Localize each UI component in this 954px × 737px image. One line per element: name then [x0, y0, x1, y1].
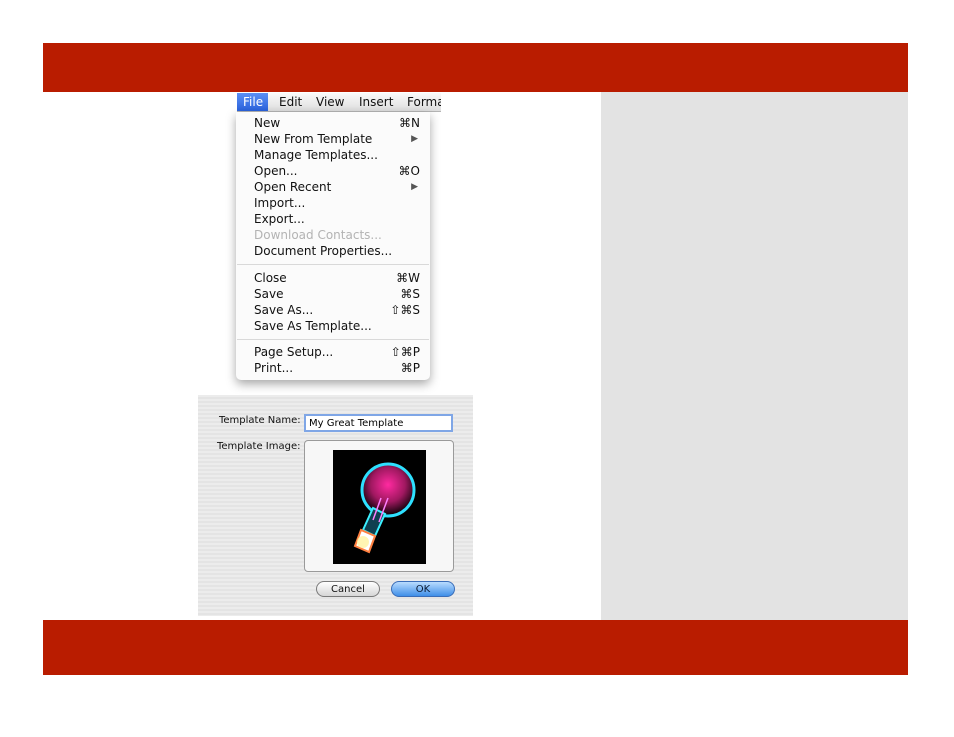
menu-format[interactable]: Forma: [407, 93, 441, 111]
side-panel: [601, 92, 908, 620]
menu-item-new[interactable]: New ⌘N: [254, 115, 420, 131]
menu-item-label: Save As Template...: [254, 319, 372, 333]
menu-item-label: Manage Templates...: [254, 148, 378, 162]
menu-item-label: Import...: [254, 196, 306, 210]
menu-item-label: Save: [254, 287, 284, 301]
menu-item-label: Open Recent: [254, 180, 332, 194]
menu-item-label: Print...: [254, 361, 294, 375]
submenu-arrow-icon: ▶: [411, 134, 418, 144]
menu-item-manage-templates[interactable]: Manage Templates...: [254, 147, 420, 163]
menu-insert[interactable]: Insert: [359, 93, 393, 111]
menu-item-label: Download Contacts...: [254, 228, 382, 242]
menu-view[interactable]: View: [316, 93, 344, 111]
menu-item-label: Open...: [254, 164, 298, 178]
menu-item-import[interactable]: Import...: [254, 195, 420, 211]
template-name-label: Template Name:: [219, 415, 301, 426]
menu-item-label: Save As...: [254, 303, 314, 317]
menu-item-save-as[interactable]: Save As... ⇧⌘S: [254, 302, 420, 318]
menu-item-page-setup[interactable]: Page Setup... ⇧⌘P: [254, 344, 420, 360]
shortcut-label: ⌘O: [398, 164, 420, 178]
menu-item-new-from-template[interactable]: New From Template ▶: [254, 131, 420, 147]
menu-edit[interactable]: Edit: [279, 93, 302, 111]
menu-item-document-properties[interactable]: Document Properties...: [254, 243, 420, 259]
shortcut-label: ⇧⌘P: [390, 345, 420, 359]
shortcut-label: ⇧⌘S: [390, 303, 420, 317]
menu-item-label: Document Properties...: [254, 244, 393, 258]
menu-bar: File Edit View Insert Forma: [237, 93, 441, 112]
menu-item-open-recent[interactable]: Open Recent ▶: [254, 179, 420, 195]
menu-separator: [237, 339, 429, 340]
menu-item-label: New From Template: [254, 132, 373, 146]
menu-item-open[interactable]: Open... ⌘O: [254, 163, 420, 179]
shortcut-label: ⌘N: [399, 116, 420, 130]
menu-item-label: Close: [254, 271, 287, 285]
menu-item-save[interactable]: Save ⌘S: [254, 286, 420, 302]
template-image-label: Template Image:: [217, 441, 301, 452]
template-image-well[interactable]: [304, 440, 454, 572]
menu-item-save-as-template[interactable]: Save As Template...: [254, 318, 420, 334]
submenu-arrow-icon: ▶: [411, 182, 418, 192]
menu-item-download-contacts: Download Contacts...: [254, 227, 420, 243]
lightbulb-image-icon: [333, 450, 426, 564]
menu-item-label: New: [254, 116, 281, 130]
menu-separator: [237, 264, 429, 265]
menu-item-print[interactable]: Print... ⌘P: [254, 360, 420, 376]
ok-button[interactable]: OK: [391, 581, 455, 597]
template-name-input[interactable]: [304, 414, 453, 432]
menu-item-export[interactable]: Export...: [254, 211, 420, 227]
save-template-dialog: Template Name: Template Image:: [198, 395, 473, 616]
shortcut-label: ⌘W: [396, 271, 420, 285]
menu-file[interactable]: File: [237, 93, 269, 111]
header-band: [43, 43, 908, 92]
cancel-button[interactable]: Cancel: [316, 581, 380, 597]
menu-item-label: Page Setup...: [254, 345, 334, 359]
file-menu-dropdown: New ⌘N New From Template ▶ Manage Templa…: [236, 112, 430, 380]
menu-item-close[interactable]: Close ⌘W: [254, 270, 420, 286]
shortcut-label: ⌘P: [400, 361, 420, 375]
menu-item-label: Export...: [254, 212, 305, 226]
footer-band: [43, 620, 908, 675]
shortcut-label: ⌘S: [400, 287, 420, 301]
